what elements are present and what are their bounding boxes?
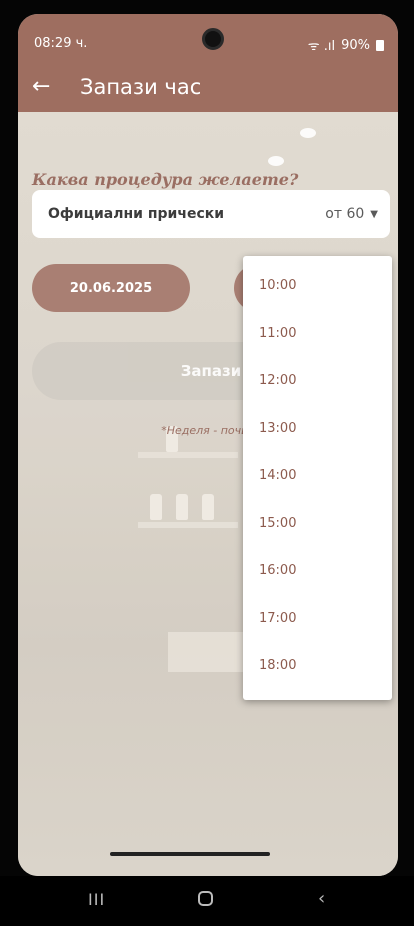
front-camera (202, 28, 224, 50)
time-option[interactable]: 14:00 (243, 452, 392, 500)
home-icon[interactable] (198, 891, 213, 906)
time-option[interactable]: 17:00 (243, 595, 392, 643)
battery-percent: 90% (341, 37, 370, 53)
recents-icon[interactable]: III (88, 890, 105, 909)
time-option[interactable]: 11:00 (243, 310, 392, 358)
time-option[interactable]: 12:00 (243, 357, 392, 405)
time-option[interactable]: 13:00 (243, 405, 392, 453)
status-icons: ᯤ .ıl 90% (308, 36, 384, 54)
phone-screen: 08:29 ч. ᯤ .ıl 90% ← Запази час Каква пр… (18, 14, 398, 876)
status-time: 08:29 ч. (34, 36, 88, 51)
app-bar: ← Запази час (18, 64, 398, 112)
page-title: Запази час (80, 75, 202, 99)
signal-icon: ᯤ .ıl (307, 39, 336, 54)
time-option[interactable]: 18:00 (243, 642, 392, 690)
home-indicator (110, 852, 270, 856)
nav-back-icon[interactable]: ‹ (318, 888, 325, 909)
time-dropdown-menu: 10:00 11:00 12:00 13:00 14:00 15:00 16:0… (243, 256, 392, 700)
time-option[interactable]: 10:00 (243, 262, 392, 310)
status-bar: 08:29 ч. ᯤ .ıl 90% (18, 14, 398, 64)
back-arrow-icon[interactable]: ← (32, 74, 50, 100)
time-option[interactable]: 15:00 (243, 500, 392, 548)
time-option[interactable]: 16:00 (243, 547, 392, 595)
android-nav-bar: III ‹ (0, 876, 414, 926)
device-frame: 08:29 ч. ᯤ .ıl 90% ← Запази час Каква пр… (0, 0, 414, 926)
battery-icon (376, 39, 384, 51)
